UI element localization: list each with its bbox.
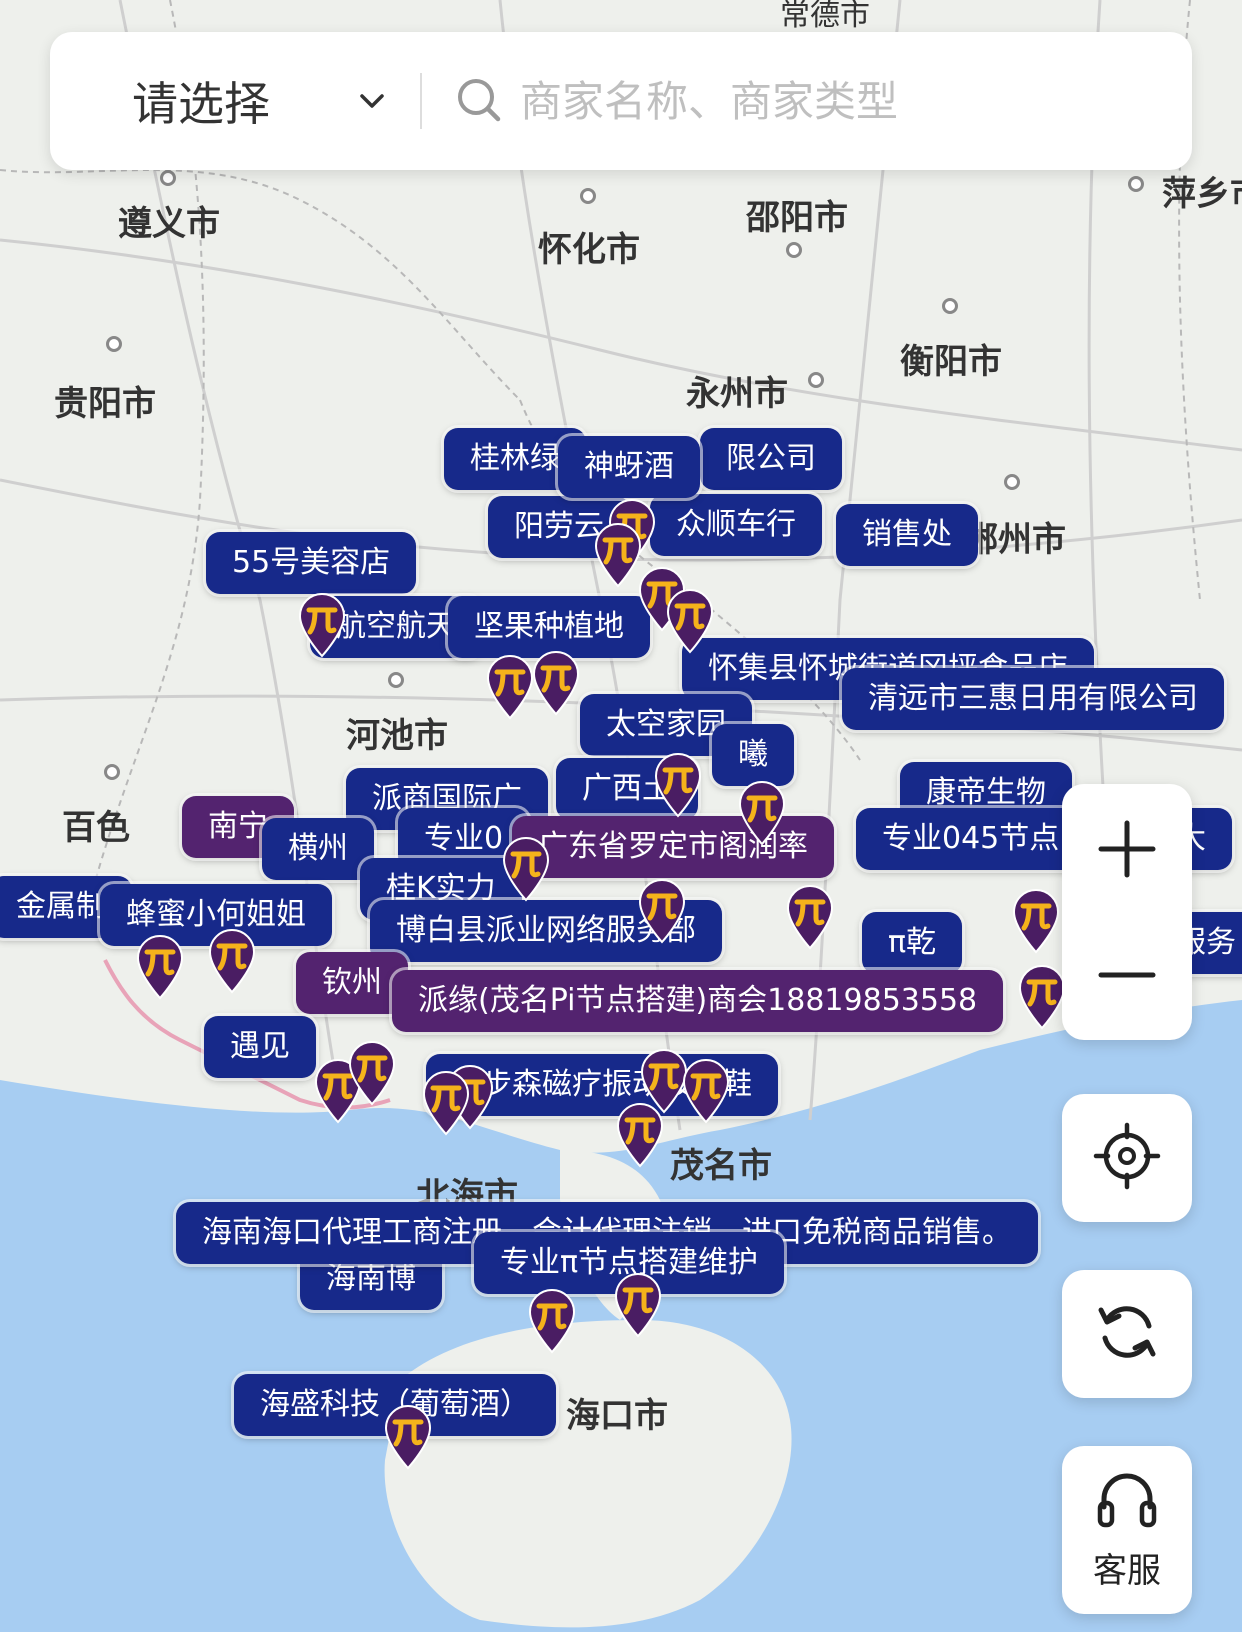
locate-button[interactable] [1062, 1094, 1192, 1222]
search-input[interactable] [518, 75, 1162, 127]
pi-pin-icon[interactable] [614, 1102, 666, 1168]
city-chenzhou: 郴州市 [964, 520, 1066, 560]
city-haikou: 海口市 [566, 1396, 668, 1436]
city-guiyang: 贵阳市 [54, 384, 156, 424]
merchant-label[interactable]: 销售处 [836, 504, 978, 566]
customer-service-button[interactable]: 客服 [1062, 1446, 1192, 1614]
city-dot-yongzhou [808, 372, 824, 388]
pi-pin-icon[interactable] [296, 592, 348, 658]
pi-pin-icon[interactable] [346, 1040, 398, 1106]
city-changde: 常德市 [780, 0, 870, 33]
city-dot-hengyang [942, 298, 958, 314]
merchant-label[interactable]: π乾 [862, 912, 963, 974]
headset-icon [1092, 1469, 1162, 1537]
pi-pin-icon[interactable] [784, 884, 836, 950]
merchant-label[interactable]: 曦 [712, 724, 794, 786]
refresh-icon [1091, 1296, 1163, 1372]
city-huaihua: 怀化市 [538, 230, 640, 270]
merchant-label[interactable]: 众顺车行 [650, 494, 822, 556]
zoom-out-button[interactable] [1064, 912, 1190, 1038]
city-dot-guiyang [106, 336, 122, 352]
city-zunyi: 遵义市 [118, 204, 220, 244]
location-target-icon [1092, 1121, 1162, 1195]
merchant-label[interactable]: 横州 [262, 818, 374, 880]
city-dot-pingxiang [1128, 176, 1144, 192]
pi-pin-icon[interactable] [1010, 888, 1062, 954]
city-dot-baise [104, 764, 120, 780]
merchant-label[interactable]: 专业045节点 [856, 808, 1086, 870]
merchant-label[interactable]: 清远市三惠日用有限公司 [842, 668, 1224, 730]
pi-pin-icon[interactable] [500, 836, 552, 902]
refresh-button[interactable] [1062, 1270, 1192, 1398]
city-hengyang: 衡阳市 [900, 342, 1002, 382]
city-dot-chenzhou [1004, 474, 1020, 490]
merchant-label[interactable]: 坚果种植地 [448, 596, 650, 658]
zoom-controls [1062, 784, 1192, 1040]
city-dot-huaihua [580, 188, 596, 204]
pi-pin-icon[interactable] [664, 588, 716, 654]
pi-pin-icon[interactable] [484, 654, 536, 720]
pi-pin-icon[interactable] [680, 1058, 732, 1124]
divider [420, 73, 422, 129]
city-dot-shaoyang [786, 242, 802, 258]
city-baise: 百色 [62, 808, 130, 848]
pi-pin-icon[interactable] [420, 1070, 472, 1136]
pi-pin-icon[interactable] [736, 780, 788, 846]
search-icon [450, 71, 510, 131]
pi-pin-icon[interactable] [652, 752, 704, 818]
customer-service-label: 客服 [1093, 1550, 1161, 1591]
city-dot-zunyi [160, 170, 176, 186]
pi-pin-icon[interactable] [530, 650, 582, 716]
pi-pin-icon[interactable] [1016, 964, 1068, 1030]
pi-pin-icon[interactable] [526, 1288, 578, 1354]
merchant-label[interactable]: 派缘(茂名Pi节点搭建)商会18819853558 [392, 970, 1004, 1032]
city-hechi: 河池市 [346, 716, 448, 756]
pi-pin-icon[interactable] [382, 1404, 434, 1470]
chevron-down-icon[interactable] [342, 71, 402, 131]
city-shaoyang: 邵阳市 [746, 198, 848, 238]
zoom-in-button[interactable] [1064, 786, 1190, 912]
search-bar: 请选择 [50, 32, 1192, 170]
city-yongzhou: 永州市 [686, 374, 788, 414]
city-pingxiang: 萍乡市 [1162, 174, 1242, 214]
pi-pin-icon[interactable] [636, 878, 688, 944]
pi-pin-icon[interactable] [134, 934, 186, 1000]
pi-pin-icon[interactable] [612, 1272, 664, 1338]
category-select[interactable]: 请选择 [132, 68, 342, 134]
city-maoming: 茂名市 [670, 1146, 772, 1186]
merchant-label[interactable]: 神蚜酒 [558, 436, 700, 498]
merchant-label[interactable]: 限公司 [700, 428, 842, 490]
city-dot-hechi [388, 672, 404, 688]
pi-pin-icon[interactable] [206, 928, 258, 994]
merchant-label[interactable]: 遇见 [204, 1016, 316, 1078]
merchant-label[interactable]: 55号美容店 [206, 532, 417, 594]
